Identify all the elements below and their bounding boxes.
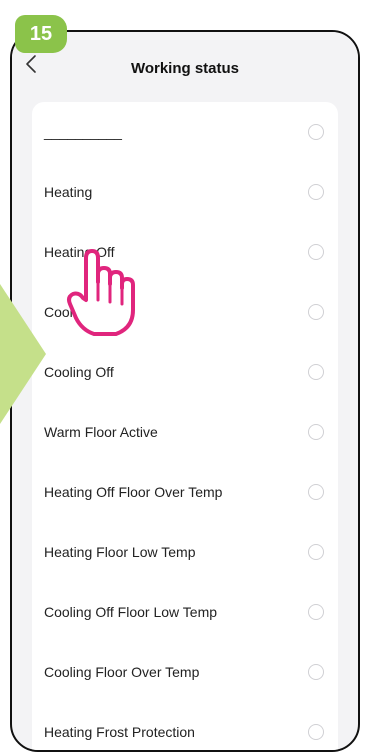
item-label: __________ [44, 124, 122, 140]
list-item-empty[interactable]: __________ [32, 102, 338, 162]
item-label: Cooling Floor Over Temp [44, 664, 200, 680]
tap-hand-icon [67, 249, 135, 336]
item-label: Heating [44, 184, 93, 200]
item-label: Heating Off Floor Over Temp [44, 484, 223, 500]
list-item-heating[interactable]: Heating [32, 162, 338, 222]
radio-button[interactable] [308, 484, 324, 500]
step-number-badge: 15 [15, 15, 67, 53]
radio-button[interactable] [308, 424, 324, 440]
list-item-heating-floor-low-temp[interactable]: Heating Floor Low Temp [32, 522, 338, 582]
pointer-arrow-icon [0, 284, 46, 424]
item-label: Warm Floor Active [44, 424, 158, 440]
item-label: Heating Floor Low Temp [44, 544, 196, 560]
item-label: Cooling Off Floor Low Temp [44, 604, 218, 620]
radio-button[interactable] [308, 604, 324, 620]
list-item-cooling-off[interactable]: Cooling Off [32, 342, 338, 402]
page-title: Working status [130, 60, 240, 77]
list-item-heating-off-floor-over-temp[interactable]: Heating Off Floor Over Temp [32, 462, 338, 522]
radio-button[interactable] [308, 544, 324, 560]
list-item-cooling-floor-over-temp[interactable]: Cooling Floor Over Temp [32, 642, 338, 702]
phone-frame: Working status __________ Heating Heatin… [10, 30, 360, 752]
list-item-heating-frost-protection[interactable]: Heating Frost Protection [32, 702, 338, 750]
item-label: Cooling Off [44, 364, 114, 380]
radio-button[interactable] [308, 664, 324, 680]
radio-button[interactable] [308, 124, 324, 140]
radio-button[interactable] [308, 304, 324, 320]
instruction-screen: 15 Working status __________ Heating Hea… [0, 0, 375, 755]
radio-button[interactable] [308, 724, 324, 740]
list-item-warm-floor-active[interactable]: Warm Floor Active [32, 402, 338, 462]
item-label: Heating Frost Protection [44, 724, 195, 740]
radio-button[interactable] [308, 244, 324, 260]
working-status-list: __________ Heating Heating Off Cooling C… [32, 102, 338, 750]
radio-button[interactable] [308, 364, 324, 380]
list-item-cooling-off-floor-low-temp[interactable]: Cooling Off Floor Low Temp [32, 582, 338, 642]
radio-button[interactable] [308, 184, 324, 200]
